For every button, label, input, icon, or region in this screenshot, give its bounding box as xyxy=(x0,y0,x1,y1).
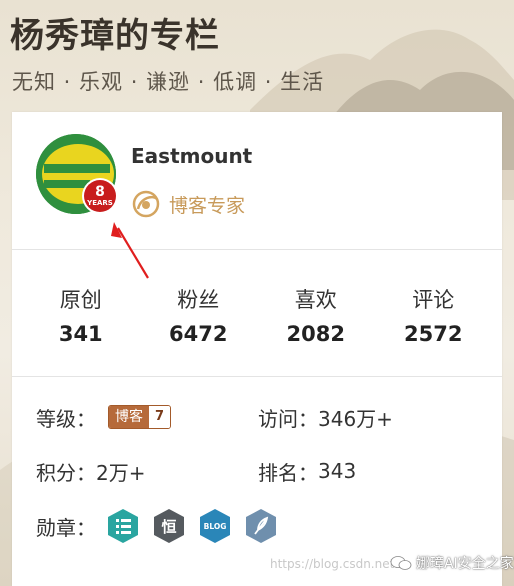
points-value: 2万+ xyxy=(96,460,146,485)
points-label: 积分： xyxy=(36,460,96,485)
feather-icon[interactable] xyxy=(244,508,278,544)
visits-row: 访问： 346万+ xyxy=(258,402,393,432)
username[interactable]: Eastmount xyxy=(131,144,252,168)
visits-value: 346万+ xyxy=(318,406,393,431)
stat-value: 2082 xyxy=(286,322,345,346)
watermark-brand-text: 娜璋AI安全之家 xyxy=(416,556,514,572)
stat-value: 6472 xyxy=(169,322,228,346)
wechat-icon xyxy=(390,556,412,570)
blog-icon[interactable]: BLOG xyxy=(198,508,232,544)
expert-icon xyxy=(132,190,160,218)
stat-value: 341 xyxy=(58,322,103,346)
level-badge[interactable]: 博客 7 xyxy=(108,405,172,429)
rank-label: 排名： xyxy=(258,460,318,485)
profile-section: 8 YEARS Eastmount 博客专家 xyxy=(12,112,502,249)
points-row: 积分： 2万+ xyxy=(36,456,145,486)
stat-label: 喜欢 xyxy=(294,288,337,312)
level-badge-text: 博客 xyxy=(109,406,149,428)
divider xyxy=(12,376,502,377)
rank-value: 343 xyxy=(318,459,357,483)
profile-card: 8 YEARS Eastmount 博客专家 原创 341 粉丝 6472 喜欢… xyxy=(12,112,502,586)
level-label: 等级： xyxy=(36,406,96,431)
stat-label: 粉丝 xyxy=(177,288,220,312)
medals-label: 勋章： xyxy=(36,515,96,540)
watermark-brand: 娜璋AI安全之家 xyxy=(390,553,514,573)
stat-comments[interactable]: 评论 2572 xyxy=(378,250,488,376)
medal-list: 恒 BLOG xyxy=(106,508,278,544)
years-badge: 8 YEARS xyxy=(82,178,118,214)
visits-label: 访问： xyxy=(258,406,318,431)
watermark-url: https://blog.csdn.net xyxy=(270,557,395,571)
heng-text: 恒 xyxy=(161,518,176,536)
stat-label: 评论 xyxy=(412,288,455,312)
medals-row: 勋章： 恒 BLOG xyxy=(36,506,278,546)
list-icon[interactable] xyxy=(106,508,140,544)
level-badge-number: 7 xyxy=(149,406,171,428)
years-badge-number: 8 xyxy=(95,184,105,200)
blog-title: 杨秀璋的专栏 xyxy=(10,16,220,56)
heng-icon[interactable]: 恒 xyxy=(152,508,186,544)
blog-text: BLOG xyxy=(204,522,227,531)
blog-subtitle: 无知 · 乐观 · 谦逊 · 低调 · 生活 xyxy=(12,70,325,94)
rank-row: 排名： 343 xyxy=(258,456,356,486)
stat-fans[interactable]: 粉丝 6472 xyxy=(143,250,253,376)
stat-likes[interactable]: 喜欢 2082 xyxy=(261,250,371,376)
stat-original[interactable]: 原创 341 xyxy=(26,250,136,376)
expert-label: 博客专家 xyxy=(169,194,246,217)
level-row: 等级： 博客 7 xyxy=(36,402,172,432)
stat-value: 2572 xyxy=(404,322,463,346)
blog-expert-badge[interactable]: 博客专家 xyxy=(131,190,245,218)
stat-label: 原创 xyxy=(59,288,102,312)
years-badge-label: YEARS xyxy=(87,199,113,207)
stats-row: 原创 341 粉丝 6472 喜欢 2082 评论 2572 xyxy=(12,250,502,376)
